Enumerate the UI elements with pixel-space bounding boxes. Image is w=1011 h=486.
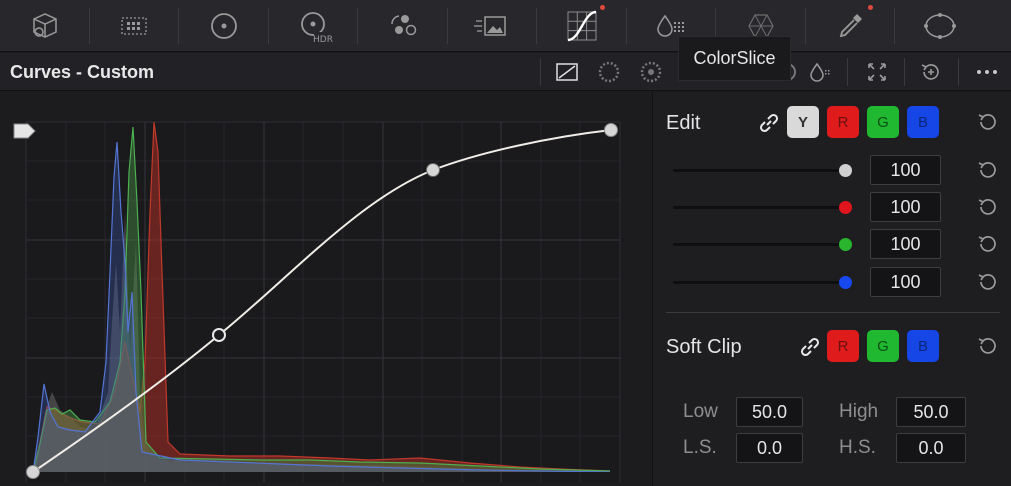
tool-primaries-wheels[interactable] [179,0,269,52]
eyedropper-icon [840,14,863,38]
softclip-reset-icon[interactable] [975,334,999,358]
tool-curves[interactable] [537,0,627,52]
curve-editor[interactable] [0,92,651,486]
slider-r[interactable] [673,206,845,209]
motion-effects-icon [474,16,506,36]
svg-text:HDR: HDR [313,35,333,45]
hue-vs-sat-icon [640,61,662,83]
curves-controls-panel: Edit Y R G B 100 100 100 100 Soft Clip R… [652,92,1011,486]
channel-r-button[interactable]: R [827,106,859,138]
window-icon [923,13,956,39]
slider-g[interactable] [673,243,845,246]
low-value[interactable]: 50.0 [736,397,803,427]
color-match-icon [121,17,147,35]
rgb-mixer-icon [390,15,416,36]
palette-toolbar: HDR [0,0,1011,52]
hue-vs-hue-icon [598,61,620,83]
custom-curve-icon [556,63,578,81]
hue-vs-hue-button[interactable] [592,53,626,91]
high-label: High [839,401,879,422]
channel-b-button[interactable]: B [907,106,939,138]
edit-reset-icon[interactable] [975,110,999,134]
tool-color-match[interactable] [90,0,179,52]
curve-graph[interactable] [0,92,651,486]
slider-g-knob[interactable] [839,238,852,251]
curve-point-high [426,163,440,177]
divider [666,312,1000,313]
slider-y-value[interactable]: 100 [870,155,941,185]
camera-raw-icon [33,13,57,38]
droplet-icon [810,62,830,82]
ls-label: L.S. [683,437,717,458]
tool-eyedropper[interactable] [806,0,895,52]
softclip-r-button[interactable]: R [827,330,859,362]
more-options-icon [977,70,997,74]
palette-title: Curves - Custom [10,62,155,82]
tool-hdr-wheels[interactable]: HDR [269,0,358,52]
slider-y-reset-icon[interactable] [975,158,999,182]
eyedropper-badge [868,5,873,10]
slider-r-knob[interactable] [839,201,852,214]
curve-point-black [26,465,40,479]
softclip-link-icon[interactable] [799,336,821,358]
channel-g-button[interactable]: G [867,106,899,138]
curve-point-white [604,123,618,137]
curve-point-low [212,328,226,342]
slider-y[interactable] [673,169,845,172]
expand-button[interactable] [860,53,894,91]
slider-b[interactable] [673,281,845,284]
reset-plus-icon [921,64,939,80]
primaries-wheels-icon [210,13,237,39]
hs-label: H.S. [839,437,876,458]
edit-label: Edit [666,112,701,134]
softclip-g-button[interactable]: G [867,330,899,362]
link-icon[interactable] [758,112,780,134]
slider-b-value[interactable]: 100 [870,267,941,297]
tool-window[interactable] [895,0,985,52]
more-options-button[interactable] [970,53,1004,91]
curves-badge [599,5,605,10]
slider-g-reset-icon[interactable] [975,232,999,256]
tool-motion-effects[interactable] [448,0,537,52]
expand-icon [868,63,886,81]
hdr-wheels-icon: HDR [301,12,333,45]
slider-g-value[interactable]: 100 [870,229,941,259]
hs-value[interactable]: 0.0 [896,433,966,463]
sat-vs-lum-button[interactable] [802,53,836,91]
tool-camera-raw[interactable] [0,0,90,52]
ls-value[interactable]: 0.0 [736,433,803,463]
slider-y-knob[interactable] [839,164,852,177]
slider-r-reset-icon[interactable] [975,195,999,219]
softclip-label: Soft Clip [666,336,742,358]
curves-icon [567,10,597,42]
tooltip: ColorSlice [678,36,791,81]
slider-r-value[interactable]: 100 [870,192,941,222]
low-label: Low [683,401,718,422]
hue-vs-sat-button[interactable] [634,53,668,91]
high-value[interactable]: 50.0 [896,397,966,427]
softclip-b-button[interactable]: B [907,330,939,362]
reset-palette-button[interactable] [917,53,945,91]
slider-b-knob[interactable] [839,276,852,289]
custom-curves-button[interactable] [550,53,584,91]
slider-b-reset-icon[interactable] [975,270,999,294]
channel-y-button[interactable]: Y [787,106,819,138]
tool-rgb-mixer[interactable] [358,0,448,52]
curves-title-bar: Curves - Custom [0,53,1011,91]
